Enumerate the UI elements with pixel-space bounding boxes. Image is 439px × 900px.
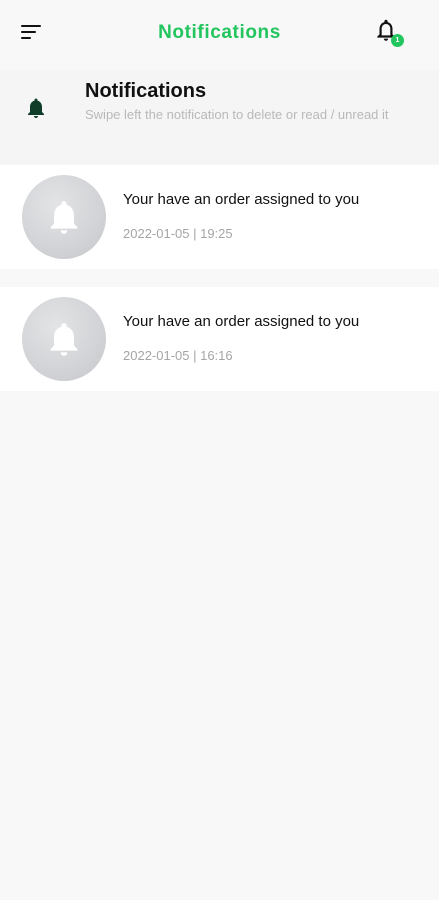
info-title: Notifications bbox=[85, 80, 207, 102]
notifications-button[interactable]: 1 bbox=[373, 16, 409, 52]
bell-icon bbox=[50, 201, 78, 234]
notification-timestamp: 2022-01-05 | 16:16 bbox=[123, 348, 233, 363]
notification-item[interactable]: Your have an order assigned to you 2022-… bbox=[0, 287, 439, 391]
notification-avatar bbox=[22, 175, 106, 259]
notification-badge: 1 bbox=[391, 34, 404, 47]
app-bar: Notifications 1 bbox=[0, 0, 439, 66]
notification-timestamp: 2022-01-05 | 19:25 bbox=[123, 226, 233, 241]
notification-item[interactable]: Your have an order assigned to you 2022-… bbox=[0, 165, 439, 269]
info-banner: Notifications Swipe left the notificatio… bbox=[0, 70, 439, 164]
notification-title: Your have an order assigned to you bbox=[123, 191, 360, 208]
notification-avatar bbox=[22, 297, 106, 381]
notification-title: Your have an order assigned to you bbox=[123, 313, 360, 330]
info-subtitle: Swipe left the notification to delete or… bbox=[85, 107, 389, 122]
notification-list: Your have an order assigned to you 2022-… bbox=[0, 165, 439, 409]
bell-icon bbox=[28, 98, 44, 118]
bell-icon bbox=[50, 323, 78, 356]
